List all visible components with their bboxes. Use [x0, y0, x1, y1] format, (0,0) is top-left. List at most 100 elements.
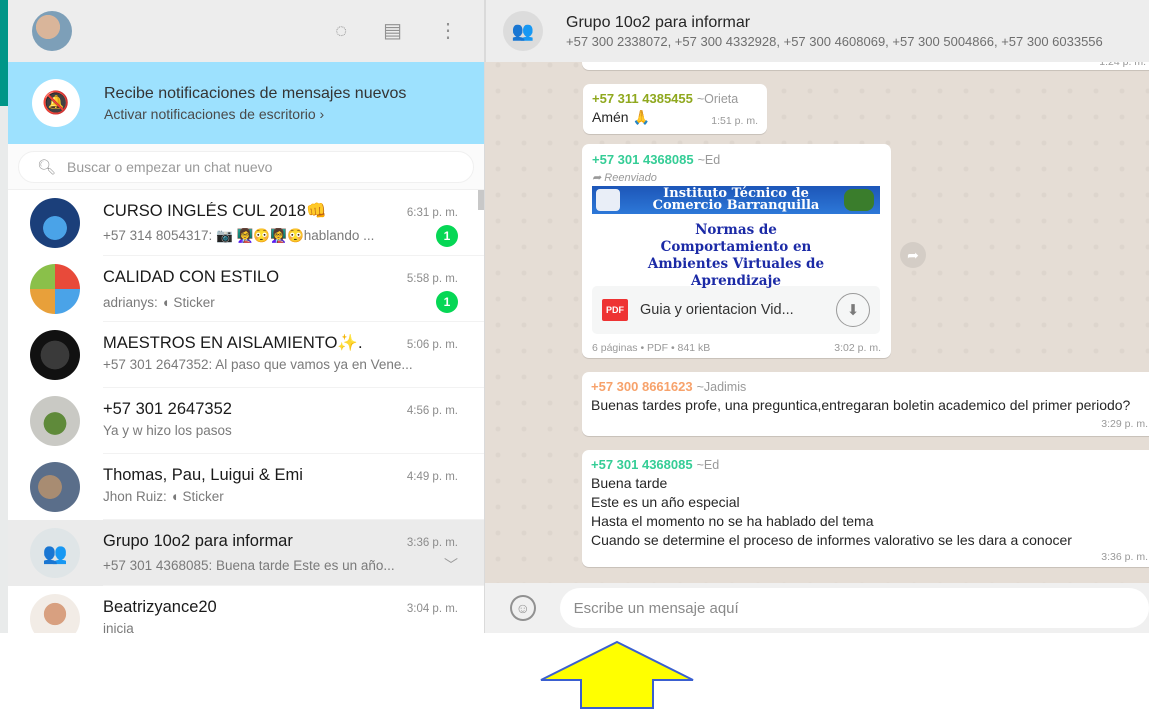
message-sender[interactable]: +57 311 4385455	[592, 91, 693, 106]
message-sender[interactable]: +57 300 8661623	[591, 379, 693, 394]
emoji-icon[interactable]: ☺	[510, 595, 536, 621]
chat-name: CURSO INGLÉS CUL 2018👊	[103, 202, 327, 220]
conversation-title-block: Grupo 10o2 para informar +57 300 2338072…	[566, 14, 1103, 49]
message-text: Amén 🙏	[592, 109, 650, 125]
chat-top: Grupo 10o2 para informar 3:36 p. m.	[103, 532, 458, 551]
chat-bottom: inicia	[103, 621, 458, 633]
message-time: 3:29 p. m.	[1101, 418, 1148, 430]
search-icon[interactable]: 🔍︎	[37, 158, 67, 176]
profile-avatar[interactable]	[32, 11, 72, 51]
message-text: Buenas tardes profe, una preguntica,entr…	[591, 397, 1131, 413]
avatar	[30, 396, 80, 446]
chat-body: Grupo 10o2 para informar 3:36 p. m. +57 …	[103, 520, 484, 586]
chat-body: CURSO INGLÉS CUL 2018👊 6:31 p. m. +57 31…	[103, 190, 484, 256]
message-sender[interactable]: +57 301 4368085	[591, 457, 693, 472]
status-icon[interactable]: ◌	[335, 21, 347, 41]
chat-preview: Jhon Ruiz: ◖ Sticker	[103, 489, 224, 504]
sidebar-scrollbar[interactable]	[478, 190, 484, 210]
chat-top: CURSO INGLÉS CUL 2018👊 6:31 p. m.	[103, 202, 458, 221]
conversation-header[interactable]: 👥 Grupo 10o2 para informar +57 300 23380…	[485, 0, 1149, 62]
chat-name: +57 301 2647352	[103, 400, 232, 418]
chat-top: CALIDAD CON ESTILO 5:58 p. m.	[103, 268, 458, 287]
sidebar-header-icons: ◌ ▤ ⋮	[335, 21, 468, 41]
avatar	[30, 462, 80, 512]
chat-top: Thomas, Pau, Luigui & Emi 4:49 p. m.	[103, 466, 458, 485]
message-time: 3:36 p. m.	[1101, 551, 1148, 563]
download-icon[interactable]: ⬇	[836, 293, 870, 327]
compose-bar: ☺	[485, 583, 1149, 633]
message-sender-line: +57 301 4368085 ~Ed	[592, 151, 881, 169]
message-input[interactable]	[559, 588, 1149, 628]
message-alias: ~Ed	[697, 153, 721, 167]
chat-preview: Ya y w hizo los pasos	[103, 423, 232, 438]
sidebar-header: ◌ ▤ ⋮	[8, 0, 484, 62]
chat-item-curso-ingles[interactable]: CURSO INGLÉS CUL 2018👊 6:31 p. m. +57 31…	[8, 190, 484, 256]
message-sender-line: +57 311 4385455 ~Orieta	[592, 90, 758, 108]
message-bubble: +57 301 4368085 ~Ed Buena tarde Este es u…	[582, 450, 1149, 567]
menu-icon[interactable]: ⋮	[438, 21, 458, 41]
message-line: Hasta el momento no se ha hablado del te…	[591, 513, 874, 529]
sidebar: ◌ ▤ ⋮ 🔕 Recibe notificaciones de mensaje…	[8, 0, 485, 633]
chat-time: 3:36 p. m.	[406, 537, 458, 549]
message-alias: ~Orieta	[696, 92, 739, 106]
chat-preview: adrianys: ◖ Sticker	[103, 294, 215, 310]
chat-item-calidad-con-estilo[interactable]: CALIDAD CON ESTILO 5:58 p. m. adrianys: …	[8, 256, 484, 322]
avatar	[30, 198, 80, 248]
avatar	[30, 594, 80, 633]
chat-item-thomas-pau-luigui-emi[interactable]: Thomas, Pau, Luigui & Emi 4:49 p. m. Jho…	[8, 454, 484, 520]
chat-body: +57 301 2647352 4:56 p. m. Ya y w hizo l…	[103, 388, 484, 454]
group-avatar-icon[interactable]: 👥	[503, 11, 543, 51]
chat-item-grupo-10o2[interactable]: 👥 Grupo 10o2 para informar 3:36 p. m. +5…	[8, 520, 484, 586]
conversation-panel: 👥 Grupo 10o2 para informar +57 300 23380…	[485, 0, 1149, 633]
enable-notifications-link[interactable]: Activar notificaciones de escritorio ›	[104, 106, 406, 122]
forward-icon[interactable]: ➦	[900, 242, 926, 268]
message-time: 1:51 p. m.	[711, 115, 758, 127]
chat-item-57-301-2647352[interactable]: +57 301 2647352 4:56 p. m. Ya y w hizo l…	[8, 388, 484, 454]
document-info: 6 páginas • PDF • 841 kB	[592, 342, 711, 354]
document-preview-image[interactable]: Instituto Técnico de Comercio Barranquil…	[592, 186, 880, 289]
annotation-arrow-shape	[540, 640, 694, 709]
avatar	[30, 264, 80, 314]
chat-bottom: Jhon Ruiz: ◖ Sticker	[103, 489, 458, 504]
message-line: Buena tarde	[591, 475, 668, 491]
new-chat-icon[interactable]: ▤	[383, 21, 402, 41]
chat-time: 5:58 p. m.	[406, 273, 458, 285]
chat-name: CALIDAD CON ESTILO	[103, 268, 280, 286]
notification-banner[interactable]: 🔕 Recibe notificaciones de mensajes nuev…	[8, 62, 484, 144]
chat-list: CURSO INGLÉS CUL 2018👊 6:31 p. m. +57 31…	[8, 190, 484, 633]
flyer-banner-text: Instituto Técnico de Comercio Barranquil…	[652, 186, 820, 213]
chat-top: Beatrizyance20 3:04 p. m.	[103, 598, 458, 617]
chat-bottom: Ya y w hizo los pasos	[103, 423, 458, 438]
chat-item-beatrizyance20[interactable]: Beatrizyance20 3:04 p. m. inicia	[8, 586, 484, 633]
annotation-arrow-icon	[540, 640, 694, 709]
chat-item-maestros-en-aislamiento[interactable]: MAESTROS EN AISLAMIENTO✨. 5:06 p. m. +57…	[8, 322, 484, 388]
chat-time: 5:06 p. m.	[406, 339, 458, 351]
message-bubble: +57 300 8661623 ~Jadimis Buenas tardes pr…	[582, 372, 1149, 436]
chat-name: Grupo 10o2 para informar	[103, 532, 293, 550]
message-sender[interactable]: +57 301 4368085	[592, 152, 694, 167]
chat-body: MAESTROS EN AISLAMIENTO✨. 5:06 p. m. +57…	[103, 322, 484, 388]
chat-bottom: +57 301 4368085: Buena tarde Este es un …	[103, 555, 458, 575]
search-box[interactable]: 🔍︎	[18, 151, 474, 183]
search-bar: 🔍︎	[8, 144, 484, 190]
unread-badge: 1	[436, 225, 458, 247]
chat-preview: +57 301 2647352: Al paso que vamos ya en…	[103, 357, 413, 372]
chat-preview: inicia	[103, 621, 134, 633]
chat-time: 4:49 p. m.	[406, 471, 458, 483]
city-crest-icon	[844, 189, 874, 211]
chevron-down-icon[interactable]: ﹀	[444, 555, 458, 575]
message-line: Cuando se determine el proceso de inform…	[591, 532, 1072, 548]
message-content-row: Amén 🙏 1:51 p. m.	[592, 108, 758, 127]
search-input[interactable]	[67, 159, 455, 175]
document-name: Guia y orientacion Vid...	[640, 302, 794, 318]
chat-top: +57 301 2647352 4:56 p. m.	[103, 400, 458, 419]
chat-time: 4:56 p. m.	[406, 405, 458, 417]
message-sender-line: +57 300 8661623 ~Jadimis	[591, 378, 1147, 396]
avatar	[30, 330, 80, 380]
whatsapp-web-window: ◌ ▤ ⋮ 🔕 Recibe notificaciones de mensaje…	[0, 0, 1149, 709]
notification-text: Recibe notificaciones de mensajes nuevos…	[104, 85, 406, 122]
document-attachment[interactable]: PDF Guia y orientacion Vid... ⬇	[592, 286, 880, 334]
message-sender-line: +57 301 4368085 ~Ed	[591, 456, 1147, 474]
top-accent-strip	[0, 0, 8, 106]
flyer-banner: Instituto Técnico de Comercio Barranquil…	[592, 186, 880, 214]
